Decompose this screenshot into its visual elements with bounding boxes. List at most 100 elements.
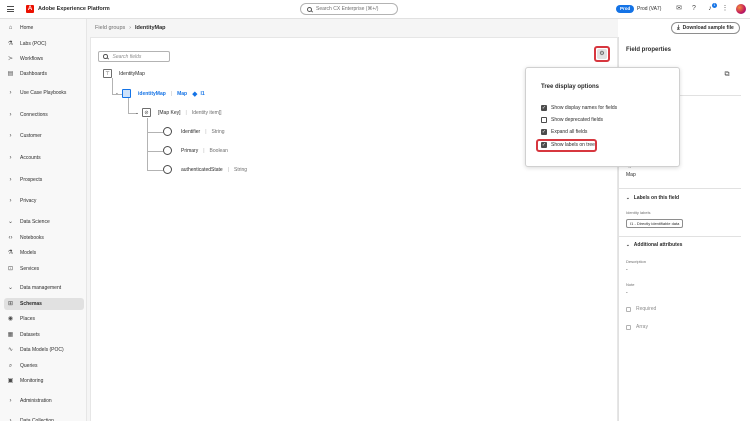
user-avatar[interactable] — [736, 4, 746, 14]
download-sample-file-button[interactable]: ⤓ Download sample file — [671, 22, 740, 34]
sidebar-item-label: Datasets — [20, 332, 40, 338]
sidebar-item-data-science[interactable]: ⌄ Data Science — [0, 216, 87, 228]
sidebar-item-label: Labs (POC) — [20, 41, 47, 47]
chevron-right-icon: › — [9, 397, 12, 404]
leaf-type: Boolean — [209, 147, 228, 154]
sidebar-item-label: Connections — [20, 112, 48, 118]
option-show-display-names[interactable]: ✓ Show display names for fields — [541, 105, 617, 111]
array-checkbox[interactable]: Array — [626, 324, 648, 330]
labels-section-header[interactable]: ⌄ Labels on this field — [626, 195, 679, 201]
leaf-name: Identifier — [181, 128, 201, 135]
query-icon: ⌕ — [8, 362, 13, 369]
sidebar-item-customer[interactable]: › Customer — [0, 130, 87, 142]
chevron-down-icon[interactable]: ⌄ — [115, 90, 119, 96]
sidebar-item-use-case-playbooks[interactable]: › Use Case Playbooks — [0, 87, 87, 99]
tree-leaf-identifier[interactable]: Identifier | String — [163, 127, 225, 136]
tree-node-map-key[interactable]: ⊘ [Map Key] | Identity item[] — [142, 108, 222, 117]
required-checkbox[interactable]: Required — [626, 306, 656, 312]
search-fields-input[interactable]: Search fields — [98, 51, 170, 62]
dataset-icon: ▦ — [7, 331, 14, 338]
sidebar-item-label: Data Science — [20, 219, 50, 225]
top-bar: A Adobe Experience Platform Search CX En… — [0, 0, 750, 19]
sidebar-item-dashboards[interactable]: ▤ Dashboards — [0, 68, 87, 80]
chevron-right-icon: › — [9, 154, 12, 161]
leaf-type: String — [211, 128, 225, 135]
identity-label-chip[interactable]: I1 - Directly identifiable data — [626, 219, 684, 228]
sidebar-item-data-collection[interactable]: › Data Collection — [0, 415, 87, 421]
required-label: Required — [636, 306, 657, 312]
popover-title: Tree display options — [541, 84, 600, 90]
sidebar-item-label: Queries — [20, 363, 38, 369]
tree-connector — [147, 118, 148, 171]
additional-attributes-header[interactable]: ⌄ Additional attributes — [626, 242, 682, 248]
sidebar-item-datasets[interactable]: ▦ Datasets — [0, 329, 87, 341]
search-icon — [307, 6, 312, 12]
checkbox-icon — [541, 117, 547, 123]
separator: | — [203, 147, 205, 154]
sidebar-item-label: Prospects — [20, 177, 43, 183]
location-icon: ◉ — [7, 315, 14, 322]
tree-node-identitymap[interactable]: identityMap | Map ◆ I1 — [122, 89, 205, 98]
breadcrumb-field-groups-link[interactable]: Field groups — [95, 25, 125, 31]
apps-grid-icon[interactable]: ⋮ — [721, 5, 729, 13]
chevron-down-icon[interactable]: ⌄ — [135, 110, 139, 116]
tree-leaf-primary[interactable]: Primary | Boolean — [163, 146, 228, 155]
schema-root-icon: ⊤ — [103, 69, 112, 78]
option-label: Expand all fields — [551, 129, 588, 135]
copy-icon[interactable]: ⧉ — [723, 71, 731, 79]
option-label: Show deprecated fields — [551, 117, 603, 123]
environment-name[interactable]: Prod (VA7) — [637, 5, 661, 13]
tree-leaf-authenticatedstate[interactable]: authenticatedState | String — [163, 165, 247, 174]
map-field-icon — [122, 89, 131, 98]
sidebar-item-home[interactable]: ⌂ Home — [0, 22, 87, 34]
sidebar-item-queries[interactable]: ⌕ Queries — [0, 360, 87, 372]
sidebar-item-label: Services — [20, 266, 40, 272]
search-icon — [103, 54, 108, 59]
sidebar-item-accounts[interactable]: › Accounts — [0, 152, 87, 164]
feedback-icon[interactable]: ✉ — [675, 5, 683, 13]
sidebar-item-workflows[interactable]: ≻ Workflows — [0, 53, 87, 65]
sidebar-item-schemas[interactable]: ⊞ Schemas — [4, 298, 84, 310]
sidebar-item-label: Administration — [20, 398, 52, 404]
sidebar-item-connections[interactable]: › Connections — [0, 109, 87, 121]
sidebar-item-services[interactable]: ⊡ Services — [0, 263, 87, 275]
sidebar-item-prospects[interactable]: › Prospects — [0, 174, 87, 186]
menu-icon[interactable] — [7, 6, 14, 12]
tree-root-node[interactable]: ⊤ IdentityMap — [103, 69, 145, 78]
code-icon: ‹› — [8, 234, 13, 241]
tree-connector — [147, 170, 163, 171]
tree-settings-button[interactable]: ⚙ — [594, 46, 610, 62]
app-title[interactable]: Adobe Experience Platform — [38, 5, 110, 14]
sidebar-item-label: Schemas — [20, 301, 42, 307]
divider — [619, 236, 741, 237]
services-icon: ⊡ — [7, 265, 14, 272]
option-show-deprecated[interactable]: Show deprecated fields — [541, 117, 603, 123]
divider — [619, 188, 741, 189]
note-caption: Note — [626, 282, 635, 287]
sidebar-item-label: Workflows — [20, 56, 43, 62]
sidebar-item-labs-poc[interactable]: ⚗ Labs (POC) — [0, 38, 87, 50]
sidebar-item-data-models-poc[interactable]: ∿ Data Models (POC) — [0, 344, 87, 356]
global-search-input[interactable]: Search CX Enterprise (⌘+/) — [300, 3, 398, 15]
sidebar-item-label: Use Case Playbooks — [20, 90, 67, 96]
sidebar-item-label: Data management — [20, 285, 62, 291]
sidebar-item-models[interactable]: ⚗ Models — [0, 247, 87, 259]
monitoring-icon: ▣ — [7, 377, 14, 384]
description-caption: Description — [626, 259, 647, 264]
chevron-down-icon: ⌄ — [626, 195, 630, 200]
workflow-icon: ≻ — [7, 55, 14, 62]
sidebar-item-administration[interactable]: › Administration — [0, 395, 87, 407]
sidebar-item-monitoring[interactable]: ▣ Monitoring — [0, 375, 87, 387]
sidebar-item-privacy[interactable]: › Privacy — [0, 195, 87, 207]
sidebar-item-notebooks[interactable]: ‹› Notebooks — [0, 232, 87, 244]
help-icon[interactable]: ? — [690, 5, 698, 13]
tree-connector — [147, 132, 163, 133]
adobe-logo-icon[interactable]: A — [26, 5, 34, 13]
tree-connector — [112, 78, 113, 94]
sidebar-item-places[interactable]: ◉ Places — [0, 313, 87, 325]
environment-badge[interactable]: Prod — [616, 5, 635, 13]
sidebar-item-data-management[interactable]: ⌄ Data management — [0, 282, 87, 294]
flask-icon: ⚗ — [7, 249, 14, 256]
option-expand-all[interactable]: ✓ Expand all fields — [541, 129, 587, 135]
sidebar-item-label: Models — [20, 250, 37, 256]
